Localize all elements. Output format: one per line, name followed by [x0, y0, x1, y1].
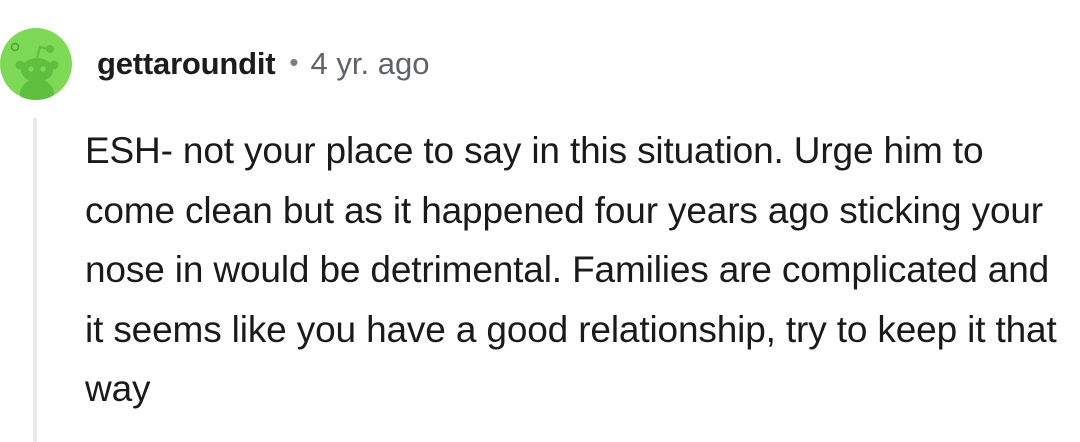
- comment-body: ESH- not your place to say in this situa…: [85, 130, 1057, 409]
- user-avatar[interactable]: [0, 28, 72, 100]
- username-link[interactable]: gettaroundit: [97, 46, 276, 82]
- reddit-snoo-avatar-icon: [0, 28, 72, 100]
- comment-timestamp[interactable]: 4 yr. ago: [311, 46, 430, 82]
- comment-header: gettaroundit • 4 yr. ago: [97, 44, 429, 84]
- thread-line[interactable]: [33, 118, 37, 442]
- meta-separator: •: [289, 46, 299, 77]
- comment: gettaroundit • 4 yr. ago ESH- not your p…: [0, 0, 1080, 442]
